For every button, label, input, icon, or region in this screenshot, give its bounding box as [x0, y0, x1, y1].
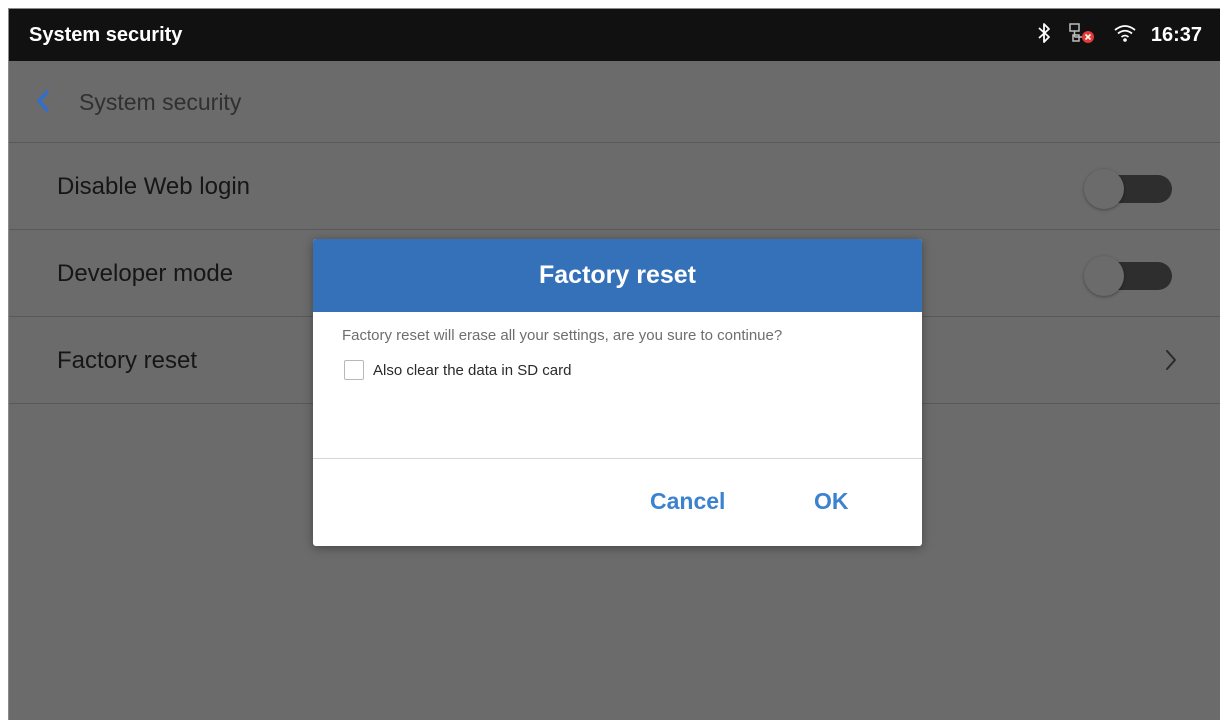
status-bar: System security 16:37 [9, 9, 1220, 61]
bluetooth-icon [1037, 22, 1051, 49]
chevron-left-icon[interactable] [35, 89, 51, 118]
factory-reset-dialog: Factory reset Factory reset will erase a… [313, 239, 922, 546]
clear-sd-card-checkbox[interactable] [344, 360, 364, 380]
ok-button[interactable]: OK [814, 488, 849, 515]
page-title: System security [79, 89, 242, 115]
disable-web-login-toggle[interactable] [1084, 169, 1174, 209]
setting-label: Factory reset [57, 347, 198, 374]
status-bar-title: System security [29, 24, 183, 46]
toggle-thumb [1084, 256, 1124, 296]
toggle-thumb [1084, 169, 1124, 209]
wifi-icon [1113, 23, 1137, 48]
dialog-divider [313, 458, 922, 459]
developer-mode-toggle[interactable] [1084, 256, 1174, 296]
dialog-title: Factory reset [313, 239, 922, 312]
chevron-right-icon [1164, 348, 1178, 377]
action-bar: System security [9, 61, 1220, 143]
dialog-message: Factory reset will erase all your settin… [342, 327, 783, 344]
device-screen: System security 16:37 System security Di… [8, 8, 1220, 720]
setting-row-disable-web-login[interactable]: Disable Web login [9, 143, 1220, 230]
status-time: 16:37 [1150, 23, 1202, 46]
status-icons: 16:37 [1019, 9, 1202, 61]
setting-label: Developer mode [57, 260, 234, 287]
network-disconnected-icon [1069, 22, 1095, 49]
clear-sd-card-option[interactable]: Also clear the data in SD card [344, 360, 571, 380]
checkbox-label: Also clear the data in SD card [373, 361, 572, 379]
cancel-button[interactable]: Cancel [650, 488, 725, 515]
setting-label: Disable Web login [57, 173, 250, 200]
